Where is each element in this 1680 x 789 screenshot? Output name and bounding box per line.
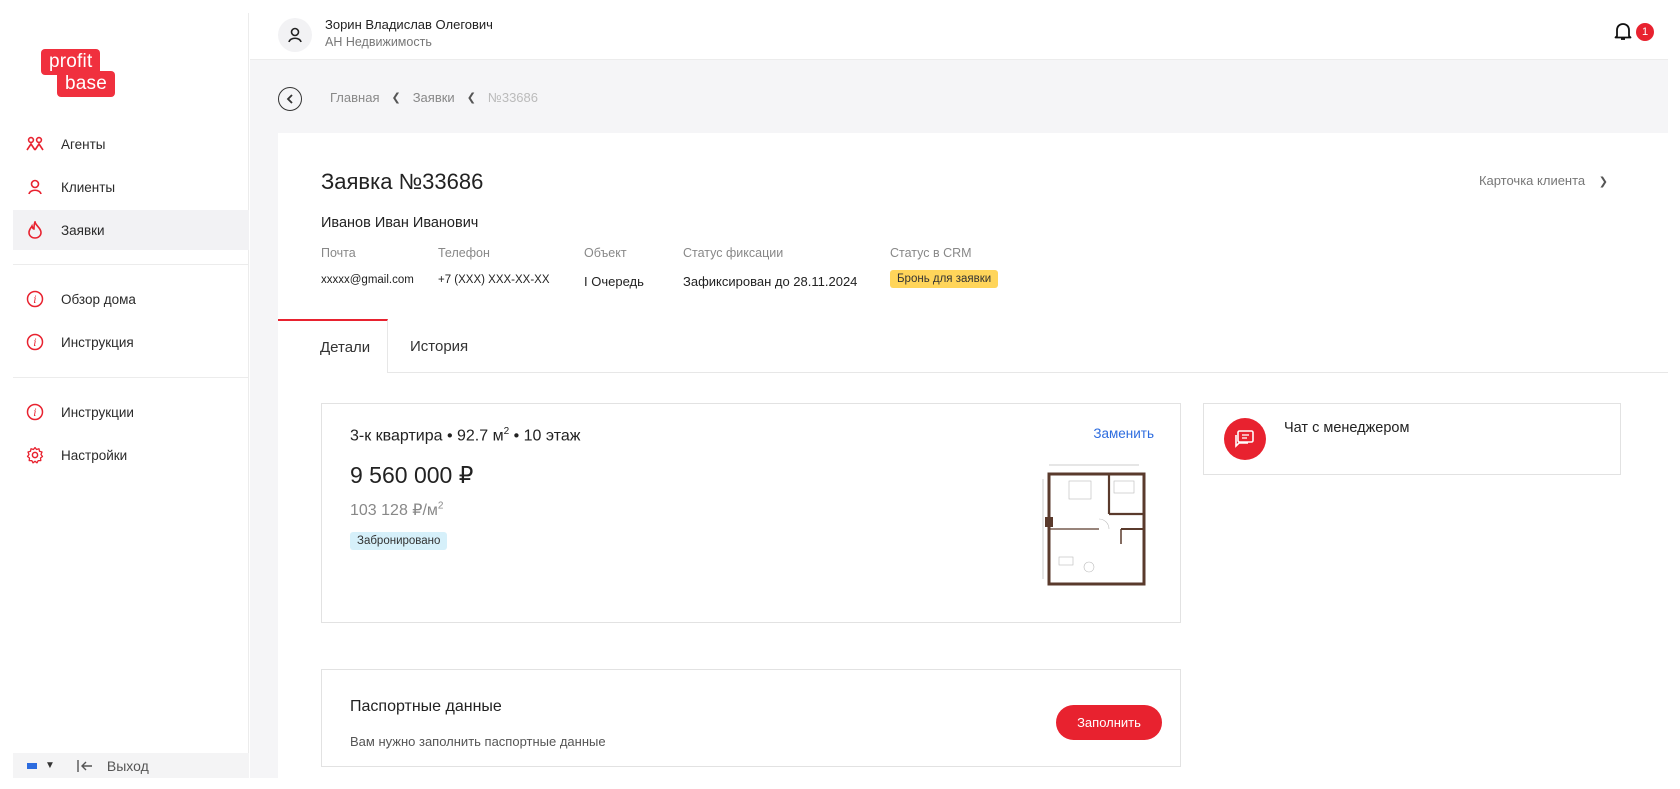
- apartment-title: 3-к квартира • 92.7 м2 • 10 этаж: [350, 426, 580, 445]
- sidebar-item-clients[interactable]: Клиенты: [13, 167, 249, 207]
- window-edge: [1668, 13, 1680, 778]
- chevron-right-icon: ❯: [1598, 176, 1608, 188]
- tab-history[interactable]: История: [410, 319, 468, 373]
- field-email: Почта xxxxx@gmail.com: [321, 246, 414, 286]
- passport-title: Паспортные данные: [350, 698, 502, 715]
- client-card-link[interactable]: Карточка клиента ❯: [1479, 173, 1608, 188]
- field-label: Почта: [321, 246, 356, 260]
- logout-link[interactable]: Выход: [107, 758, 149, 774]
- field-fix-status: Статус фиксации Зафиксирован до 28.11.20…: [683, 246, 857, 289]
- chat-label: Чат с менеджером: [1284, 420, 1410, 436]
- status-badge: Забронировано: [350, 532, 448, 550]
- sidebar-footer: ▼ Выход: [13, 753, 249, 778]
- field-object: Объект I Очередь: [584, 246, 644, 289]
- sidebar-item-instructions[interactable]: i Инструкции: [13, 392, 249, 432]
- sidebar-item-house-overview[interactable]: i Обзор дома: [13, 279, 249, 319]
- flame-icon: [25, 220, 45, 240]
- logout-icon[interactable]: [77, 759, 93, 773]
- back-button[interactable]: [278, 87, 302, 111]
- profitbase-logo[interactable]: profit base: [41, 49, 125, 97]
- svg-text:i: i: [33, 295, 36, 306]
- apartment-title-tail: • 10 этаж: [509, 427, 581, 445]
- sidebar-item-label: Инструкции: [61, 404, 134, 420]
- chevron-left-icon: ❮: [391, 92, 401, 104]
- svg-text:i: i: [33, 338, 36, 349]
- chat-with-manager[interactable]: Чат с менеджером: [1203, 403, 1621, 475]
- info-icon: i: [25, 289, 45, 309]
- top-header: Зорин Владислав Олегович АН Недвижимость…: [250, 13, 1668, 60]
- floorplan-image[interactable]: [1029, 459, 1149, 594]
- tabs: Детали История: [278, 319, 1668, 373]
- field-label: Объект: [584, 246, 627, 260]
- breadcrumb-home[interactable]: Главная: [330, 90, 379, 105]
- gear-icon: [25, 445, 45, 465]
- page-title: Заявка №33686: [321, 169, 484, 194]
- sidebar-item-settings[interactable]: Настройки: [13, 435, 249, 475]
- info-icon: i: [25, 332, 45, 352]
- fill-passport-button[interactable]: Заполнить: [1056, 705, 1162, 740]
- info-icon: i: [25, 402, 45, 422]
- chevron-down-icon[interactable]: ▼: [45, 760, 55, 771]
- price-per-sqm-sup: 2: [437, 500, 444, 512]
- breadcrumb: Главная ❮ Заявки ❮ №33686: [330, 90, 538, 105]
- price-per-sqm-main: 103 128 ₽/м: [350, 502, 438, 519]
- field-value: +7 (XXX) XXX-XX-XX: [438, 274, 550, 286]
- apartment-price: 9 560 000 ₽: [350, 462, 474, 488]
- chevron-left-icon: ❮: [466, 92, 476, 104]
- price-per-sqm: 103 128 ₽/м2: [350, 500, 443, 520]
- breadcrumb-current: №33686: [487, 90, 539, 105]
- sidebar-item-label: Обзор дома: [61, 291, 136, 307]
- client-card-label: Карточка клиента: [1478, 173, 1586, 188]
- user-avatar[interactable]: [278, 18, 312, 52]
- bell-icon[interactable]: [1614, 21, 1638, 45]
- field-label: Статус фиксации: [683, 246, 784, 260]
- field-phone: Телефон +7 (XXX) XXX-XX-XX: [438, 246, 550, 286]
- sidebar-item-label: Клиенты: [61, 179, 116, 195]
- sidebar-divider: [13, 377, 249, 378]
- sidebar-item-label: Заявки: [61, 222, 105, 238]
- crm-status-badge: Бронь для заявки: [890, 270, 999, 288]
- agents-icon: [25, 134, 45, 154]
- logo-line2: base: [57, 71, 116, 97]
- sidebar-item-instruction[interactable]: i Инструкция: [13, 322, 249, 362]
- sidebar-item-requests[interactable]: Заявки: [13, 210, 249, 250]
- sidebar-item-label: Инструкция: [61, 334, 134, 350]
- main-content: Главная ❮ Заявки ❮ №33686 Заявка №33686 …: [250, 60, 1668, 778]
- notification-badge[interactable]: 1: [1636, 23, 1654, 41]
- field-label: Статус в CRM: [890, 246, 972, 260]
- sidebar-item-agents[interactable]: Агенты: [13, 124, 249, 164]
- user-icon: [25, 177, 45, 197]
- field-value: xxxxx@gmail.com: [321, 274, 414, 286]
- apartment-title-main: 3-к квартира • 92.7 м: [350, 427, 504, 445]
- field-crm-status: Статус в CRM Бронь для заявки: [890, 246, 999, 288]
- sidebar: profit base Агенты Клиенты Заявки i Обзо…: [13, 13, 249, 778]
- sidebar-item-label: Агенты: [61, 136, 106, 152]
- user-name: Зорин Владислав Олегович: [325, 17, 493, 32]
- passport-description: Вам нужно заполнить паспортные данные: [350, 734, 606, 749]
- tab-details[interactable]: Детали: [278, 319, 388, 373]
- breadcrumb-requests[interactable]: Заявки: [413, 90, 455, 105]
- field-value: I Очередь: [584, 274, 644, 289]
- field-label: Телефон: [438, 246, 490, 260]
- language-flag-icon[interactable]: [27, 762, 37, 769]
- replace-link[interactable]: Заменить: [1093, 426, 1154, 441]
- passport-card: Паспортные данные Вам нужно заполнить па…: [321, 669, 1181, 767]
- svg-text:i: i: [33, 408, 36, 419]
- sidebar-item-label: Настройки: [61, 447, 128, 463]
- user-organization: АН Недвижимость: [325, 35, 432, 49]
- request-card: Заявка №33686 Карточка клиента ❯ Иванов …: [278, 133, 1668, 778]
- chat-icon: [1224, 418, 1266, 460]
- sidebar-divider: [13, 264, 249, 265]
- apartment-card: 3-к квартира • 92.7 м2 • 10 этаж 9 560 0…: [321, 403, 1181, 623]
- field-value: Зафиксирован до 28.11.2024: [683, 274, 858, 289]
- user-icon: [288, 27, 302, 43]
- client-name: Иванов Иван Иванович: [321, 215, 479, 231]
- chevron-left-icon: [286, 94, 293, 104]
